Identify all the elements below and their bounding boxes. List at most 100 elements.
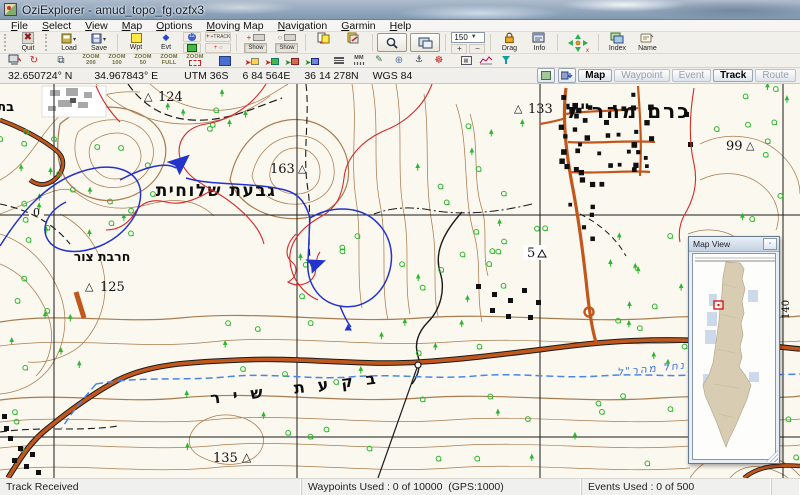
utm-easting-readout: 6 84 564E <box>242 69 291 82</box>
track-edit-button[interactable] <box>339 32 369 53</box>
magnify-window-button[interactable] <box>377 33 408 52</box>
grid-setup-button[interactable] <box>329 53 349 68</box>
load-button[interactable]: ▾ Load <box>54 32 84 53</box>
triangulation-point-icon: △ <box>144 90 153 103</box>
map-grid-toggle-button[interactable] <box>537 68 556 83</box>
map-index-icon <box>610 32 625 44</box>
grid-lines-icon <box>334 57 344 64</box>
navigation-wheel-button[interactable]: ☸ <box>429 53 449 68</box>
altitude-profile-button[interactable] <box>476 53 496 68</box>
gps-download-tracks-button[interactable]: ➤ <box>302 53 322 68</box>
chevron-down-icon: ▼ <box>470 34 477 40</box>
menu-moving-map[interactable]: Moving Map <box>199 20 270 32</box>
position-button[interactable]: ⊕ <box>389 53 409 68</box>
menu-select[interactable]: Select <box>35 20 78 32</box>
label-edge-partial: בת <box>0 100 14 115</box>
track-draw-button[interactable]: ✎ <box>369 53 389 68</box>
map-info-button[interactable]: Info <box>524 32 554 53</box>
anchor-alarm-button[interactable]: ⚓ <box>409 53 429 68</box>
show-track-2-button[interactable]: ○ Show <box>271 32 302 53</box>
map-window-button[interactable] <box>410 33 441 52</box>
panel-menu-icon: ▫ <box>768 241 772 247</box>
window-titlebar[interactable]: OziExplorer - amud_topo_fg.ozfx3 <box>0 0 800 20</box>
track-count-button[interactable]: 12 <box>183 32 201 42</box>
mode-route-button[interactable]: Route <box>755 69 796 82</box>
status-events: Events Used : 0 of 500 <box>582 479 772 495</box>
map-index-button[interactable]: Index <box>602 32 632 53</box>
track-color-button[interactable] <box>183 43 201 53</box>
mode-waypoint-button[interactable]: Waypoint <box>614 69 670 82</box>
filter-track-button[interactable] <box>496 53 516 68</box>
copy-map-button[interactable]: ⧉ <box>51 53 71 68</box>
name-search-button[interactable]: Name <box>632 32 662 53</box>
track-count-badge: 12 <box>188 33 196 41</box>
pages-transfer-icon <box>317 32 331 44</box>
mode-event-button[interactable]: Event <box>671 69 712 82</box>
zoom-full-button[interactable]: ZOOM FULL <box>156 53 182 68</box>
gps-upload-waypoints-button[interactable]: ➤ <box>242 53 262 68</box>
latitude-readout: 32.650724° N <box>8 69 73 82</box>
menu-help[interactable]: Help <box>383 20 419 32</box>
framed-window-icon: ▦ <box>460 56 472 65</box>
map-merge-button[interactable]: ▦ <box>456 53 476 68</box>
menu-view[interactable]: View <box>78 20 115 32</box>
map-view-options-button[interactable]: ▫ <box>763 238 777 250</box>
zoom-in-button[interactable]: + <box>451 43 468 54</box>
menu-file[interactable]: File <box>4 20 35 32</box>
zoom-level-select[interactable]: 150 ▼ <box>451 31 486 43</box>
menu-options[interactable]: Options <box>149 20 199 32</box>
status-bar: Track Received Waypoints Used : 0 of 100… <box>0 478 800 495</box>
position-bar: 32.650724° N 34.967843° E UTM 36S 6 84 5… <box>0 68 800 84</box>
gps-upload-tracks-button[interactable]: ➤ <box>262 53 282 68</box>
waypoint-button[interactable]: Wpt <box>121 32 151 53</box>
load-icon: ▾ <box>61 32 77 44</box>
triangulation-point-icon: △ <box>85 280 94 293</box>
info-window-icon <box>532 32 546 44</box>
add-track-button[interactable]: + +TRACK <box>205 32 232 42</box>
map-view-overview[interactable] <box>692 253 776 460</box>
blank-map-button[interactable] <box>215 53 235 68</box>
zoom-100-button[interactable]: ZOOM 100 <box>104 53 130 68</box>
save-position-button[interactable] <box>558 68 577 83</box>
map-view-panel[interactable]: Map View ▫ <box>688 236 780 464</box>
menu-navigation[interactable]: Navigation <box>271 20 335 32</box>
funnel-icon <box>501 52 511 70</box>
save-button[interactable]: ▾ Save <box>84 32 114 53</box>
line-chart-icon <box>479 52 493 70</box>
menu-map[interactable]: Map <box>115 20 149 32</box>
zoom-window-button[interactable]: ZOOM <box>182 53 208 68</box>
drag-drop-track-button[interactable] <box>309 32 339 53</box>
map-view-title: Map View <box>693 239 731 249</box>
mode-map-button[interactable]: Map <box>578 69 613 82</box>
toolbar-grip[interactable] <box>4 34 11 51</box>
topo-map[interactable]: 0 140 △ 124 163 △ △ 133 99 △ △ 125 135 △… <box>0 82 800 480</box>
rotate-map-button[interactable]: ↻ <box>24 53 44 68</box>
menu-garmin[interactable]: Garmin <box>334 20 382 32</box>
zoom-rect-icon <box>189 60 201 67</box>
anchor-icon: ⚓ <box>414 55 424 65</box>
zoom-50-button[interactable]: ZOOM 50 <box>130 53 156 68</box>
mm-grid-button[interactable]: MM <box>349 53 369 68</box>
mode-track-button[interactable]: Track <box>713 69 754 82</box>
grid-icon <box>541 71 552 80</box>
app-icon <box>4 3 17 16</box>
event-button[interactable]: ◆ Evt <box>151 32 181 53</box>
pan-control[interactable]: x <box>561 32 595 53</box>
show-track-1-button[interactable]: + Show <box>240 32 271 53</box>
page-pencil-icon <box>347 32 361 44</box>
ship-wheel-icon: ☸ <box>434 54 444 66</box>
map-view-titlebar[interactable]: Map View ▫ <box>689 237 779 252</box>
toolbar-grip[interactable] <box>45 34 52 51</box>
svg-text:135: 135 <box>213 451 238 466</box>
print-screen-button[interactable] <box>4 53 24 68</box>
zoom-200-button[interactable]: ZOOM 200 <box>78 53 104 68</box>
copy-pages-icon: ⧉ <box>57 54 65 66</box>
quit-button[interactable]: ✖ Quit <box>13 32 43 53</box>
drag-map-button[interactable]: Drag <box>494 32 524 53</box>
track-point-button[interactable]: + ○ <box>205 43 232 53</box>
screen-print-icon <box>8 52 21 70</box>
gps-download-waypoints-button[interactable]: ➤ <box>282 53 302 68</box>
datum-readout: WGS 84 <box>372 69 413 82</box>
event-icon: ◆ <box>162 33 170 43</box>
map-canvas[interactable]: 0 140 △ 124 163 △ △ 133 99 △ △ 125 135 △… <box>0 82 800 480</box>
